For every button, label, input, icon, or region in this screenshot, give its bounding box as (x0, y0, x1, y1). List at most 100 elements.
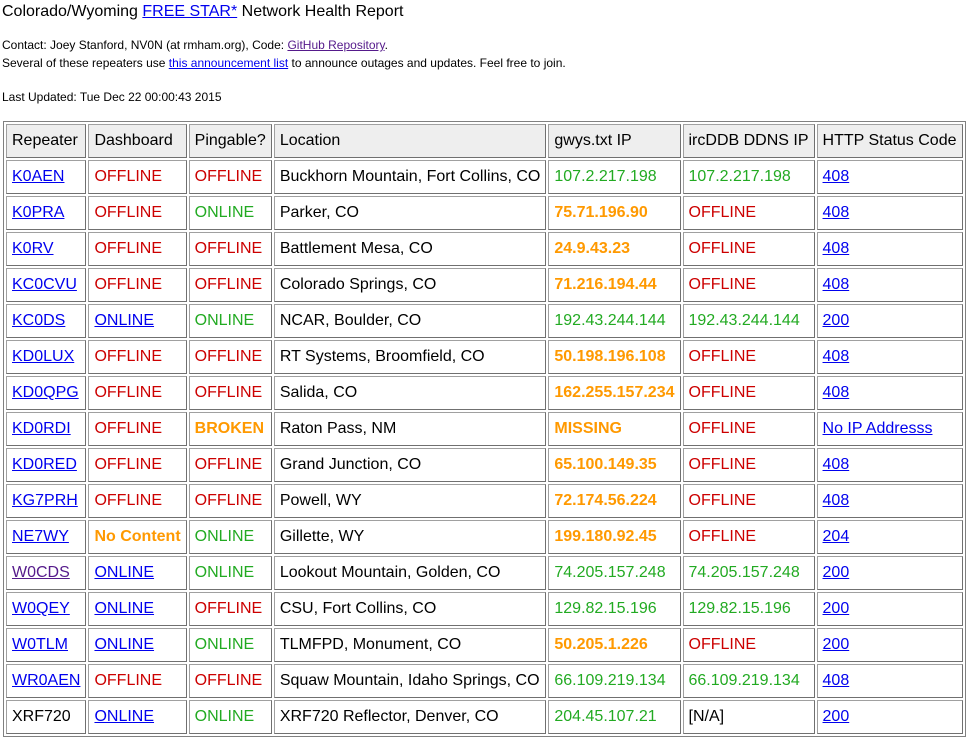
http-status-link[interactable]: 200 (823, 564, 850, 581)
gwys-ip-cell: 24.9.43.23 (548, 232, 681, 266)
gwys-ip-cell: 129.82.15.196 (548, 592, 681, 626)
gwys-ip-value: 24.9.43.23 (554, 240, 630, 257)
gwys-ip-value: 50.198.196.108 (554, 348, 666, 365)
repeater-link[interactable]: K0RV (12, 240, 54, 257)
repeater-cell: K0PRA (6, 196, 87, 230)
http-status-link[interactable]: 200 (823, 600, 850, 617)
http-status-link[interactable]: 408 (823, 276, 850, 293)
repeater-link[interactable]: K0PRA (12, 204, 64, 221)
repeater-link[interactable]: W0QEY (12, 600, 70, 617)
http-status-link[interactable]: 408 (823, 168, 850, 185)
pingable-value: OFFLINE (194, 348, 263, 365)
free-star-link[interactable]: FREE STAR* (142, 3, 237, 20)
pingable-cell: ONLINE (188, 556, 272, 590)
github-repository-link[interactable]: GitHub Repository (287, 38, 384, 52)
pingable-cell: ONLINE (188, 520, 272, 554)
repeater-link[interactable]: KD0RED (12, 456, 77, 473)
location-value: Battlement Mesa, CO (279, 240, 433, 257)
announcement-list-link[interactable]: this announcement list (169, 56, 288, 70)
gwys-ip-value: 192.43.244.144 (554, 312, 666, 329)
http-status-link[interactable]: 408 (823, 204, 850, 221)
ircddb-ip-value: OFFLINE (688, 384, 757, 401)
pingable-value: ONLINE (194, 204, 255, 221)
repeater-link[interactable]: K0AEN (12, 168, 64, 185)
repeater-value: XRF720 (12, 708, 71, 725)
table-header-row: Repeater Dashboard Pingable? Location gw… (6, 124, 963, 158)
http-status-link[interactable]: 408 (823, 384, 850, 401)
repeater-link[interactable]: KD0RDI (12, 420, 71, 437)
http-status-cell: 408 (816, 340, 963, 374)
location-value: Squaw Mountain, Idaho Springs, CO (279, 672, 540, 689)
http-status-link[interactable]: No IP Addresss (823, 420, 933, 437)
table-row: W0TLM ONLINE ONLINE TLMFPD, Monument, CO 50.… (6, 628, 963, 662)
table-row: KD0RDI OFFLINE BROKEN Raton Pass, NM MISSING… (6, 412, 963, 446)
location-cell: XRF720 Reflector, Denver, CO (273, 700, 547, 734)
gwys-ip-cell: 66.109.219.134 (548, 664, 681, 698)
http-status-cell: 408 (816, 484, 963, 518)
http-status-link[interactable]: 408 (823, 672, 850, 689)
repeater-link[interactable]: W0TLM (12, 636, 68, 653)
repeater-cell: KG7PRH (6, 484, 87, 518)
location-cell: Lookout Mountain, Golden, CO (273, 556, 547, 590)
http-status-link[interactable]: 408 (823, 456, 850, 473)
table-row: KC0CVU OFFLINE OFFLINE Colorado Springs, CO… (6, 268, 963, 302)
repeater-link[interactable]: KD0QPG (12, 384, 79, 401)
repeater-link[interactable]: KC0CVU (12, 276, 77, 293)
dashboard-cell: ONLINE (88, 556, 187, 590)
dashboard-link[interactable]: ONLINE (94, 600, 154, 617)
http-status-link[interactable]: 408 (823, 240, 850, 257)
repeater-cell: KC0CVU (6, 268, 87, 302)
table-row: XRF720 ONLINE ONLINE XRF720 Reflector, Denv… (6, 700, 963, 734)
repeater-cell: KD0LUX (6, 340, 87, 374)
http-status-link[interactable]: 200 (823, 312, 850, 329)
ircddb-ip-cell: 107.2.217.198 (682, 160, 815, 194)
dashboard-value: OFFLINE (94, 276, 163, 293)
dashboard-link[interactable]: ONLINE (94, 708, 154, 725)
http-status-link[interactable]: 200 (823, 708, 850, 725)
http-status-link[interactable]: 408 (823, 348, 850, 365)
title-suffix: Network Health Report (237, 3, 404, 20)
dashboard-link[interactable]: ONLINE (94, 564, 154, 581)
header-pingable: Pingable? (188, 124, 272, 158)
http-status-cell: 200 (816, 556, 963, 590)
pingable-value: ONLINE (194, 564, 255, 581)
repeater-link[interactable]: KD0LUX (12, 348, 74, 365)
location-value: XRF720 Reflector, Denver, CO (279, 708, 499, 725)
table-row: KG7PRH OFFLINE OFFLINE Powell, WY 72.174.56.… (6, 484, 963, 518)
ircddb-ip-value: [N/A] (688, 708, 725, 725)
location-cell: Gillette, WY (273, 520, 547, 554)
dashboard-link[interactable]: ONLINE (94, 312, 154, 329)
http-status-cell: 408 (816, 448, 963, 482)
dashboard-cell: ONLINE (88, 628, 187, 662)
announcement-suffix: to announce outages and updates. Feel fr… (288, 56, 566, 70)
dashboard-value: OFFLINE (94, 168, 163, 185)
http-status-link[interactable]: 204 (823, 528, 850, 545)
location-value: Buckhorn Mountain, Fort Collins, CO (279, 168, 541, 185)
repeater-cell: K0RV (6, 232, 87, 266)
repeater-link[interactable]: KC0DS (12, 312, 65, 329)
http-status-cell: 408 (816, 196, 963, 230)
table-row: KD0LUX OFFLINE OFFLINE RT Systems, Broomfie… (6, 340, 963, 374)
dashboard-cell: ONLINE (88, 592, 187, 626)
ircddb-ip-cell: OFFLINE (682, 484, 815, 518)
http-status-cell: 200 (816, 700, 963, 734)
ircddb-ip-cell: OFFLINE (682, 628, 815, 662)
repeater-link[interactable]: NE7WY (12, 528, 69, 545)
http-status-link[interactable]: 408 (823, 492, 850, 509)
pingable-cell: ONLINE (188, 700, 272, 734)
gwys-ip-cell: 162.255.157.234 (548, 376, 681, 410)
repeater-link[interactable]: WR0AEN (12, 672, 80, 689)
repeater-link[interactable]: KG7PRH (12, 492, 78, 509)
location-value: TLMFPD, Monument, CO (279, 636, 462, 653)
http-status-link[interactable]: 200 (823, 636, 850, 653)
contact-text: Contact: Joey Stanford, NV0N (at rmham.o… (2, 38, 288, 52)
dashboard-link[interactable]: ONLINE (94, 636, 154, 653)
location-cell: TLMFPD, Monument, CO (273, 628, 547, 662)
gwys-ip-value: 66.109.219.134 (554, 672, 666, 689)
location-cell: Parker, CO (273, 196, 547, 230)
dashboard-value: OFFLINE (94, 204, 163, 221)
repeater-cell: KD0QPG (6, 376, 87, 410)
repeater-link[interactable]: W0CDS (12, 564, 70, 581)
http-status-cell: 408 (816, 268, 963, 302)
location-value: Lookout Mountain, Golden, CO (279, 564, 501, 581)
